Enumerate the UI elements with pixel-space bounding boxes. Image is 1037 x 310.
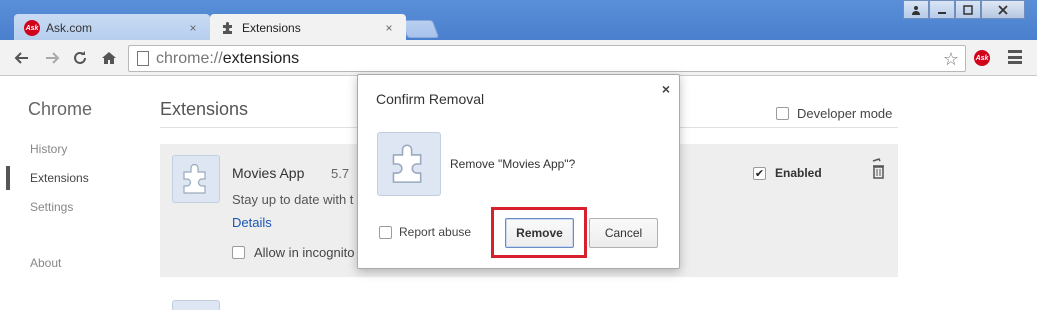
window-controls: [903, 0, 1025, 19]
tab-title: Ask.com: [46, 21, 93, 35]
allow-incognito-label: Allow in incognito: [254, 245, 355, 260]
extension-puzzle-icon: [172, 300, 220, 310]
maximize-icon[interactable]: [955, 0, 981, 19]
report-abuse-checkbox[interactable]: [379, 225, 392, 239]
back-arrow-icon[interactable]: [12, 48, 32, 68]
tab-title: Extensions: [242, 21, 301, 35]
sidebar-item-history[interactable]: History: [30, 142, 67, 156]
dialog-title: Confirm Removal: [376, 91, 485, 107]
bookmark-star-icon[interactable]: ☆: [943, 49, 959, 70]
close-window-icon[interactable]: [981, 0, 1025, 19]
ask-extension-icon[interactable]: Ask: [974, 50, 990, 66]
trash-icon[interactable]: [870, 158, 886, 180]
user-icon[interactable]: [903, 0, 929, 19]
url-host: extensions: [222, 49, 300, 67]
url-scheme: chrome://: [156, 49, 223, 67]
sidebar-item-settings[interactable]: Settings: [30, 200, 73, 214]
sidebar-active-indicator: [6, 166, 10, 190]
enabled-label: Enabled: [775, 166, 822, 180]
dialog-message: Remove "Movies App"?: [450, 157, 576, 171]
minimize-icon[interactable]: [929, 0, 955, 19]
developer-mode-checkbox[interactable]: [776, 107, 789, 120]
tab-extensions[interactable]: Extensions ×: [210, 14, 406, 42]
tab-close-icon[interactable]: ×: [186, 21, 200, 35]
home-icon[interactable]: [99, 48, 119, 68]
developer-mode-label: Developer mode: [797, 106, 893, 121]
reload-icon[interactable]: [70, 48, 90, 68]
report-abuse-toggle[interactable]: Report abuse: [379, 225, 471, 239]
browser-titlebar: Ask Ask.com × Extensions ×: [0, 0, 1037, 42]
extension-puzzle-icon: [172, 155, 220, 203]
extension-details-link[interactable]: Details: [232, 215, 272, 230]
sidebar-item-about[interactable]: About: [30, 256, 61, 270]
chrome-menu-icon[interactable]: [1008, 50, 1022, 64]
developer-mode-toggle[interactable]: Developer mode: [776, 106, 892, 121]
extension-description: Stay up to date with t: [232, 192, 354, 207]
enabled-checkbox[interactable]: ✔: [753, 166, 766, 180]
allow-incognito-toggle[interactable]: Allow in incognito: [232, 245, 354, 260]
forward-arrow-icon[interactable]: [42, 48, 62, 68]
dialog-close-icon[interactable]: ×: [662, 81, 670, 97]
report-abuse-label: Report abuse: [399, 225, 472, 239]
sidebar-item-extensions[interactable]: Extensions: [30, 171, 89, 185]
tab-close-icon[interactable]: ×: [382, 21, 396, 35]
sidebar-title: Chrome: [28, 99, 93, 119]
extension-name: Movies App: [232, 165, 305, 181]
extension-enabled-toggle[interactable]: ✔ Enabled: [753, 166, 822, 180]
new-tab-button[interactable]: [400, 20, 440, 38]
cancel-button[interactable]: Cancel: [589, 218, 658, 248]
ask-icon: Ask: [24, 20, 40, 36]
browser-toolbar: chrome://extensions ☆ Ask: [0, 40, 1037, 76]
extension-version: 5.7: [331, 166, 350, 181]
address-bar[interactable]: chrome://extensions ☆: [128, 45, 966, 72]
remove-highlight-box: [491, 207, 587, 258]
page-title: Extensions: [160, 99, 249, 119]
extension-puzzle-icon: [377, 132, 441, 196]
tab-ask[interactable]: Ask Ask.com ×: [14, 14, 210, 42]
page-icon: [137, 51, 149, 66]
allow-incognito-checkbox[interactable]: [232, 246, 245, 259]
puzzle-icon: [220, 20, 236, 36]
